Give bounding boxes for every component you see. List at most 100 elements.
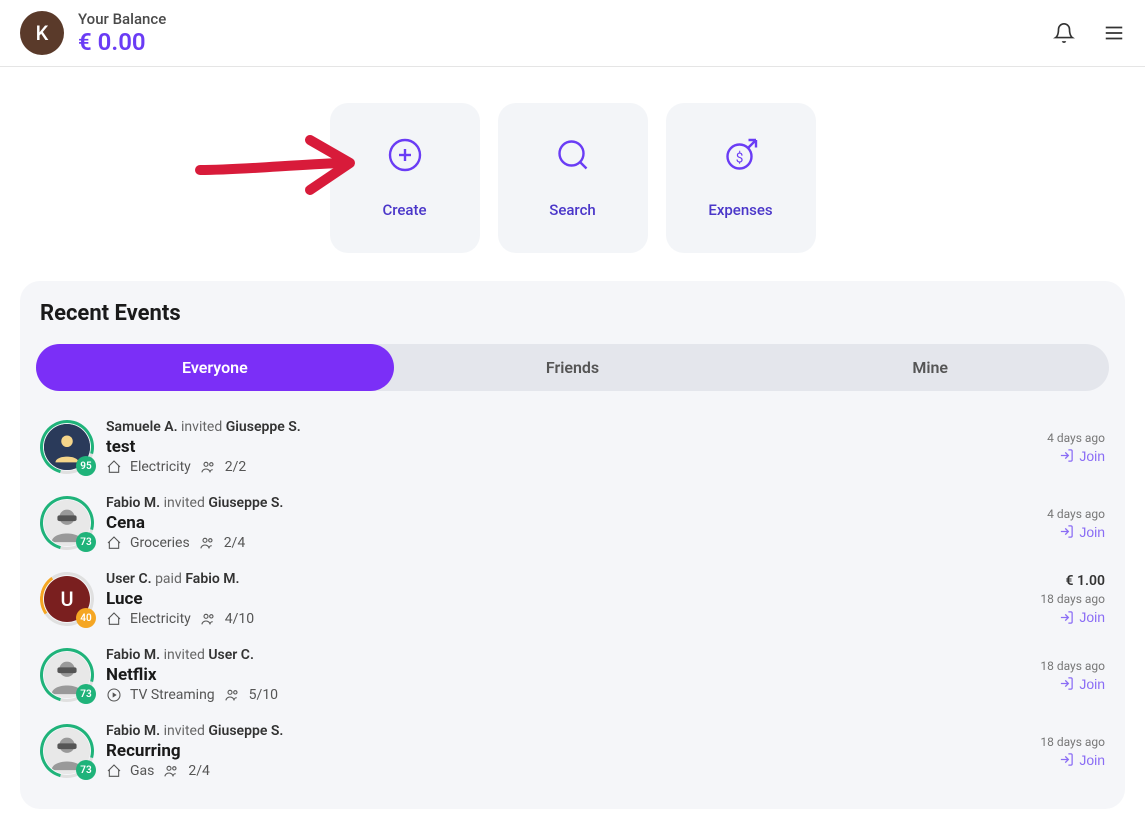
join-icon <box>1059 610 1074 625</box>
join-button[interactable]: Join <box>1059 752 1105 768</box>
score-badge: 73 <box>76 760 96 780</box>
event-headline: Fabio M. invited Giuseppe S. <box>106 723 1040 739</box>
expenses-card[interactable]: $ Expenses <box>666 103 816 253</box>
notifications-button[interactable] <box>1053 22 1075 44</box>
event-avatar: 73 <box>40 724 94 778</box>
bell-icon <box>1053 22 1075 44</box>
event-list: 95 Samuele A. invited Giuseppe S. test Elec… <box>36 409 1109 789</box>
event-body: User C. paid Fabio M. Luce Electricity4/10 <box>106 571 1040 627</box>
event-category: Electricity <box>130 459 191 475</box>
score-badge: 40 <box>76 608 96 628</box>
event-category: TV Streaming <box>130 687 215 703</box>
event-row[interactable]: 73 Fabio M. invited User C. Netflix TV Stre… <box>36 637 1109 713</box>
event-right: 4 days ago Join <box>1047 431 1105 464</box>
people-icon <box>199 459 217 475</box>
join-icon <box>1059 448 1074 463</box>
event-row[interactable]: 95 Samuele A. invited Giuseppe S. test Elec… <box>36 409 1109 485</box>
event-row[interactable]: U40 User C. paid Fabio M. Luce Electricity4… <box>36 561 1109 637</box>
event-tabs: Everyone Friends Mine <box>36 344 1109 391</box>
search-icon <box>555 137 591 173</box>
header-left: K Your Balance € 0.00 <box>20 10 166 56</box>
event-meta: Groceries2/4 <box>106 535 1047 551</box>
join-label: Join <box>1079 448 1105 464</box>
event-time: 18 days ago <box>1040 735 1105 749</box>
tab-mine[interactable]: Mine <box>751 344 1109 391</box>
event-meta: Electricity 2/2 <box>106 459 1047 475</box>
svg-text:$: $ <box>735 151 743 167</box>
join-label: Join <box>1079 752 1105 768</box>
people-icon <box>198 535 216 551</box>
category-icon <box>106 763 122 779</box>
event-meta: Gas 2/4 <box>106 763 1040 779</box>
create-label: Create <box>382 201 426 219</box>
event-title: Recurring <box>106 741 1040 761</box>
event-avatar: U40 <box>40 572 94 626</box>
recent-events-section: Recent Events Everyone Friends Mine 95 Sa… <box>20 281 1125 809</box>
header-right <box>1053 22 1125 44</box>
score-badge: 73 <box>76 532 96 552</box>
event-right: 18 days ago Join <box>1040 735 1105 768</box>
join-button[interactable]: Join <box>1059 676 1105 692</box>
join-label: Join <box>1079 524 1105 540</box>
event-headline: User C. paid Fabio M. <box>106 571 1040 587</box>
search-card[interactable]: Search <box>498 103 648 253</box>
user-avatar[interactable]: K <box>20 11 64 55</box>
event-title: Luce <box>106 589 1040 609</box>
score-badge: 73 <box>76 684 96 704</box>
actions-row: Create Search $ Expenses <box>20 103 1125 253</box>
event-right: € 1.00 18 days ago Join <box>1040 573 1105 625</box>
header: K Your Balance € 0.00 <box>0 0 1145 67</box>
category-icon <box>106 535 122 551</box>
event-count: 4/10 <box>225 611 254 627</box>
event-category: Gas <box>130 763 154 779</box>
event-title: Netflix <box>106 665 1040 685</box>
event-time: 18 days ago <box>1040 592 1105 606</box>
main: Create Search $ Expenses Recent Events E… <box>0 103 1145 809</box>
expenses-label: Expenses <box>708 201 772 219</box>
event-title: test <box>106 437 1047 457</box>
tab-everyone[interactable]: Everyone <box>36 344 394 391</box>
event-amount: € 1.00 <box>1066 573 1105 589</box>
balance-block: Your Balance € 0.00 <box>78 10 166 56</box>
event-body: Fabio M. invited User C. Netflix TV Stream… <box>106 647 1040 703</box>
search-label: Search <box>549 201 596 219</box>
tab-friends[interactable]: Friends <box>394 344 752 391</box>
join-icon <box>1059 524 1074 539</box>
event-avatar: 73 <box>40 648 94 702</box>
event-avatar: 95 <box>40 420 94 474</box>
event-count: 5/10 <box>249 687 278 703</box>
event-body: Fabio M. invited Giuseppe S. Recurring Gas… <box>106 723 1040 779</box>
join-label: Join <box>1079 609 1105 625</box>
score-badge: 95 <box>76 456 96 476</box>
people-icon <box>223 687 241 703</box>
event-body: Fabio M. invited Giuseppe S.CenaGrocerie… <box>106 495 1047 551</box>
event-right: 4 days ago Join <box>1047 507 1105 540</box>
create-card[interactable]: Create <box>330 103 480 253</box>
event-meta: Electricity4/10 <box>106 611 1040 627</box>
join-button[interactable]: Join <box>1059 524 1105 540</box>
event-title: Cena <box>106 513 1047 533</box>
join-button[interactable]: Join <box>1059 609 1105 625</box>
event-headline: Samuele A. invited Giuseppe S. <box>106 419 1047 435</box>
event-time: 4 days ago <box>1047 431 1105 445</box>
join-label: Join <box>1079 676 1105 692</box>
people-icon <box>162 763 180 779</box>
balance-label: Your Balance <box>78 10 166 28</box>
menu-button[interactable] <box>1103 22 1125 44</box>
join-button[interactable]: Join <box>1059 448 1105 464</box>
join-icon <box>1059 676 1074 691</box>
event-count: 2/2 <box>225 459 247 475</box>
category-icon <box>106 459 122 475</box>
event-time: 18 days ago <box>1040 659 1105 673</box>
recent-events-title: Recent Events <box>40 301 1109 326</box>
event-avatar: 73 <box>40 496 94 550</box>
event-row[interactable]: 73 Fabio M. invited Giuseppe S. Recurring G… <box>36 713 1109 789</box>
event-category: Groceries <box>130 535 190 551</box>
hamburger-icon <box>1103 22 1125 44</box>
event-row[interactable]: 73 Fabio M. invited Giuseppe S.CenaGrocer… <box>36 485 1109 561</box>
event-count: 2/4 <box>188 763 210 779</box>
event-body: Samuele A. invited Giuseppe S. test Electr… <box>106 419 1047 475</box>
event-meta: TV Streaming 5/10 <box>106 687 1040 703</box>
event-time: 4 days ago <box>1047 507 1105 521</box>
event-headline: Fabio M. invited User C. <box>106 647 1040 663</box>
